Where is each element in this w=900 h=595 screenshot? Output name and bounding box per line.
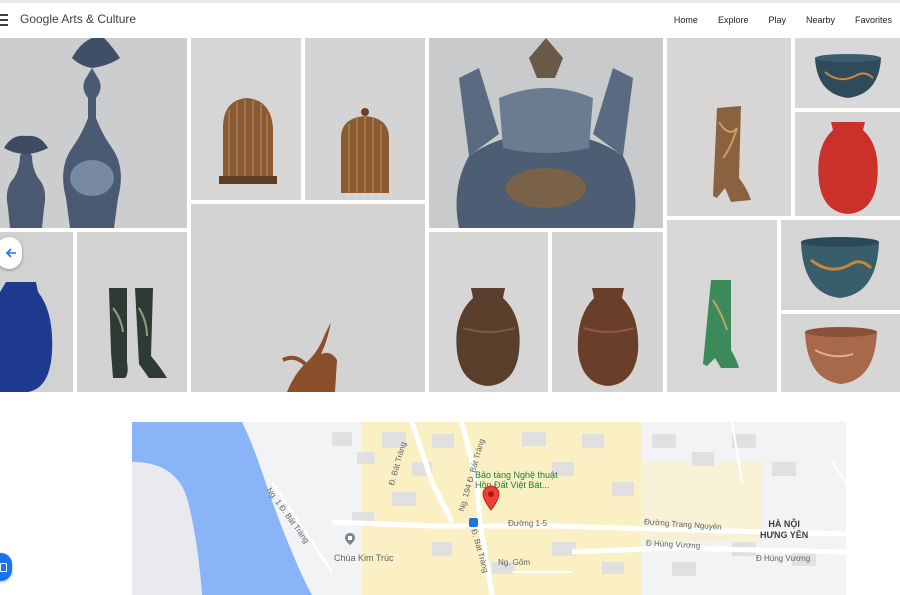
gallery-item-red-vase[interactable] bbox=[795, 112, 900, 216]
brown-vase-image bbox=[429, 232, 548, 392]
location-map[interactable]: Đ. Bát Tràng Ng. 194 Đ. Bát Tràng Ng. 1 … bbox=[132, 422, 846, 595]
previous-slide-button[interactable] bbox=[0, 237, 22, 269]
gallery-item-painted-bowl[interactable] bbox=[781, 220, 900, 310]
arrow-left-icon bbox=[5, 248, 16, 258]
gallery-item-birdcage[interactable] bbox=[191, 38, 301, 200]
nav-home[interactable]: Home bbox=[674, 15, 698, 25]
red-vase-image bbox=[795, 112, 900, 216]
floating-action-button[interactable] bbox=[0, 553, 12, 581]
main-nav: Home Explore Play Nearby Favorites bbox=[654, 3, 892, 36]
painted-bowl-2-image bbox=[781, 314, 900, 392]
fab-icon bbox=[0, 563, 7, 572]
nav-play[interactable]: Play bbox=[768, 15, 786, 25]
gallery-item-bowl[interactable] bbox=[795, 38, 900, 108]
temple-label[interactable]: Chùa Kim Trúc bbox=[334, 553, 394, 563]
region-label: HÀ NỘI HƯNG YÊN bbox=[760, 519, 808, 541]
bus-stop-icon[interactable] bbox=[469, 518, 478, 527]
nav-explore[interactable]: Explore bbox=[718, 15, 749, 25]
nav-favorites[interactable]: Favorites bbox=[855, 15, 892, 25]
lidded-jar-image bbox=[305, 38, 425, 200]
gallery-item-boots[interactable] bbox=[77, 232, 187, 392]
hamburger-menu-icon[interactable] bbox=[0, 11, 12, 27]
gallery-item-brown-vase[interactable] bbox=[552, 232, 663, 392]
gallery-item-brown-vase[interactable] bbox=[429, 232, 548, 392]
google-arts-culture-logo[interactable]: Google Arts & Culture bbox=[20, 12, 136, 26]
heeled-boot-image bbox=[667, 38, 791, 216]
painted-bowl-image bbox=[781, 220, 900, 310]
region-label-hanoi: HÀ NỘI bbox=[768, 519, 800, 529]
boots-image bbox=[77, 232, 187, 392]
gallery-item-heeled-boot[interactable] bbox=[667, 38, 791, 216]
gallery-item-painted-bowl-2[interactable] bbox=[781, 314, 900, 392]
nav-nearby[interactable]: Nearby bbox=[806, 15, 835, 25]
region-label-hungyen: HƯNG YÊN bbox=[760, 530, 809, 540]
temple-icon[interactable] bbox=[344, 532, 356, 546]
gallery-item-vase-pair[interactable] bbox=[0, 38, 187, 228]
gallery-item-ornate-censer[interactable] bbox=[429, 38, 663, 228]
collection-gallery bbox=[0, 38, 900, 392]
green-boot-image bbox=[667, 220, 777, 392]
vase-pair-image bbox=[0, 38, 187, 228]
bowl-image bbox=[795, 38, 900, 108]
ornate-censer-image bbox=[429, 38, 663, 228]
gallery-item-lidded-jar[interactable] bbox=[305, 38, 425, 200]
branch-sculpture-image bbox=[191, 204, 425, 392]
brown-vase-image bbox=[552, 232, 663, 392]
street-label: Ng. Gốm bbox=[498, 558, 531, 567]
street-label: Đ Hùng Vương bbox=[756, 554, 811, 563]
gallery-item-branch-sculpture[interactable] bbox=[191, 204, 425, 392]
birdcage-image bbox=[191, 38, 301, 200]
gallery-item-green-boot[interactable] bbox=[667, 220, 777, 392]
top-app-bar: Google Arts & Culture Home Explore Play … bbox=[0, 3, 900, 36]
street-label: Đường 1-5 bbox=[508, 519, 548, 528]
location-pin-icon[interactable] bbox=[482, 485, 500, 511]
